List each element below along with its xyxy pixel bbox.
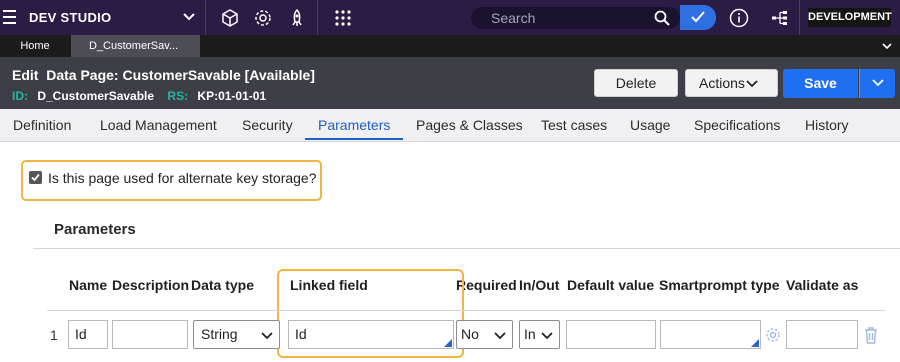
divider [33, 248, 900, 249]
chevron-down-icon[interactable] [181, 8, 197, 24]
tab-history[interactable]: History [805, 117, 849, 133]
divider [799, 0, 800, 35]
sitemap-icon[interactable] [770, 8, 790, 28]
tab-pages-classes[interactable]: Pages & Classes [416, 117, 523, 133]
id-value: D_CustomerSavable [37, 89, 155, 103]
delete-button[interactable]: Delete [594, 69, 678, 97]
chevron-down-icon[interactable] [880, 39, 894, 53]
required-select[interactable]: No [456, 320, 513, 349]
top-bar: DEV STUDIO Search DEVELOPMENT [0, 0, 900, 35]
check-icon [31, 173, 40, 182]
app-grid-icon[interactable] [333, 8, 353, 28]
smartprompt-corner-icon [751, 339, 759, 347]
column-header-name: Name [69, 277, 108, 293]
data-type-value: String [201, 326, 238, 342]
tab-test-cases[interactable]: Test cases [541, 117, 607, 133]
environment-badge: DEVELOPMENT [808, 8, 892, 27]
search-icon[interactable] [654, 10, 670, 26]
tab-parameters[interactable]: Parameters [318, 117, 390, 133]
chevron-down-icon [261, 332, 273, 340]
rule-header: Edit Data Page: CustomerSavable [Availab… [0, 57, 900, 109]
smartprompt-type-input[interactable] [660, 320, 761, 349]
rs-label: RS: [167, 89, 189, 103]
save-button[interactable]: Save [783, 69, 858, 98]
rule-title: Edit Data Page: CustomerSavable [Availab… [12, 67, 315, 83]
param-name-input[interactable]: Id [68, 320, 108, 349]
actions-label: Actions [699, 75, 745, 91]
linked-field-input[interactable]: Id [288, 320, 454, 349]
in-out-select[interactable]: In [519, 320, 560, 349]
tab-definition[interactable]: Definition [13, 117, 71, 133]
tab-specifications[interactable]: Specifications [694, 117, 780, 133]
cube-icon[interactable] [220, 8, 240, 28]
rule-tabs: Definition Load Management Security Para… [0, 109, 900, 142]
document-tab-strip: Home D_CustomerSav... [0, 35, 900, 57]
chevron-down-icon [494, 332, 506, 340]
column-header-smartprompt-type: Smartprompt type [659, 277, 780, 293]
divider [205, 0, 206, 35]
default-value-input[interactable] [566, 320, 656, 349]
column-header-description: Description [112, 277, 190, 293]
search-placeholder[interactable]: Search [491, 10, 535, 26]
column-header-in-out: In/Out [519, 277, 560, 293]
data-type-select[interactable]: String [193, 320, 280, 349]
tab-usage[interactable]: Usage [630, 117, 670, 133]
divider [317, 0, 318, 35]
tab-security[interactable]: Security [242, 117, 293, 133]
trash-icon[interactable] [862, 325, 880, 345]
column-header-required: Required [456, 277, 517, 293]
tab-home[interactable]: Home [0, 35, 70, 57]
smartprompt-corner-icon [444, 339, 452, 347]
column-header-data-type: Data type [191, 277, 255, 293]
check-icon [691, 11, 705, 23]
param-description-input[interactable] [112, 320, 188, 349]
actions-button[interactable]: Actions [685, 69, 778, 97]
rule-meta: ID: D_CustomerSavable RS: KP:01-01-01 [12, 89, 266, 103]
search-box[interactable]: Search [471, 7, 680, 29]
linked-field-value: Id [295, 326, 307, 342]
tab-load-management[interactable]: Load Management [100, 117, 217, 133]
alternate-key-checkbox[interactable] [29, 171, 42, 184]
alternate-key-label[interactable]: Is this page used for alternate key stor… [48, 170, 317, 186]
save-menu-button[interactable] [859, 69, 895, 98]
rocket-icon[interactable] [287, 8, 307, 28]
column-header-default-value: Default value [567, 277, 655, 293]
search-submit-button[interactable] [680, 5, 716, 30]
column-header-validate-as: Validate as [786, 277, 859, 293]
chevron-down-icon [746, 80, 758, 88]
info-icon[interactable] [729, 8, 749, 28]
row-number: 1 [50, 327, 58, 343]
rs-value: KP:01-01-01 [197, 89, 267, 103]
gear-icon[interactable] [253, 8, 273, 28]
menu-icon[interactable] [3, 10, 16, 24]
required-value: No [461, 326, 479, 342]
tab-customersavable[interactable]: D_CustomerSav... [71, 35, 200, 57]
divider [47, 310, 885, 311]
gear-icon[interactable] [765, 327, 781, 343]
id-label: ID: [12, 89, 28, 103]
studio-name[interactable]: DEV STUDIO [29, 10, 111, 25]
chevron-down-icon [872, 79, 884, 87]
parameters-section-title: Parameters [54, 221, 136, 238]
in-out-value: In [524, 326, 536, 342]
chevron-down-icon [541, 332, 553, 340]
validate-as-input[interactable] [786, 320, 858, 349]
active-tab-indicator [305, 138, 403, 140]
